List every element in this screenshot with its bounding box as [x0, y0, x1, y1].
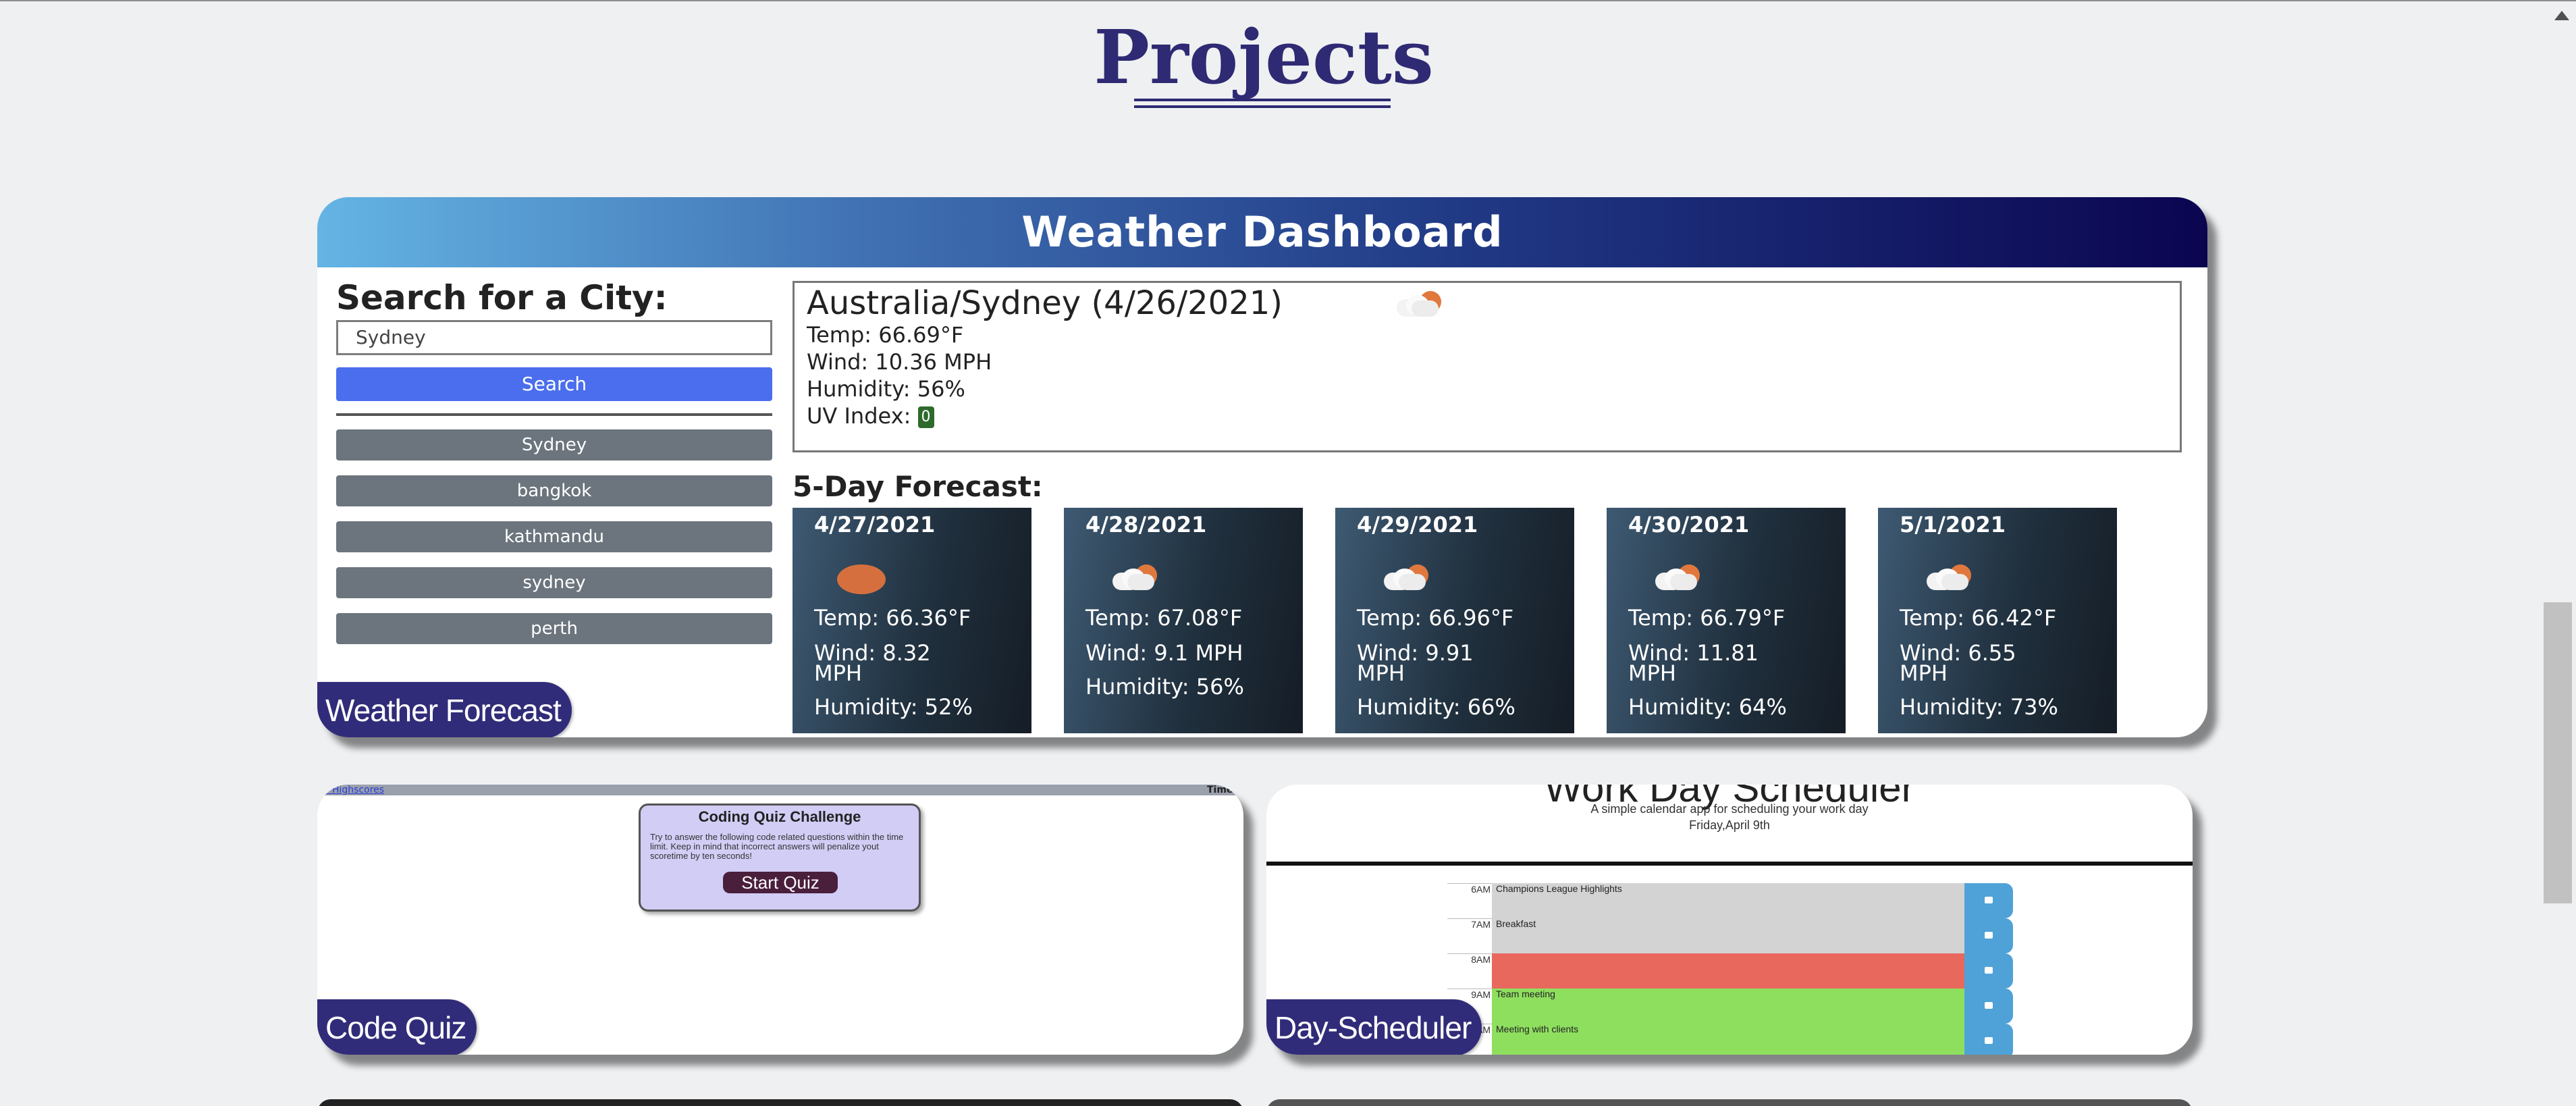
time-block-row: 9AM Team meeting — [1447, 989, 2013, 1024]
scroll-up-arrow-icon[interactable] — [2554, 11, 2569, 20]
forecast-wind: Wind: 8.32 MPH — [814, 640, 931, 686]
event-textarea[interactable]: Team meeting — [1492, 989, 1964, 1024]
forecast-humidity: Humidity: 64% — [1628, 694, 1787, 720]
forecast-humidity: Humidity: 56% — [1085, 674, 1244, 700]
forecast-card: 4/28/2021 Temp: 67.08°F Wind: 9.1 MPH Hu… — [1064, 508, 1303, 733]
forecast-card: 4/29/2021 Temp: 66.96°F Wind: 9.91 MPH H… — [1335, 508, 1574, 733]
current-city-date: Australia/Sydney (4/26/2021) — [807, 284, 1283, 322]
save-button[interactable] — [1964, 1024, 2013, 1055]
event-textarea[interactable]: Meeting with clients — [1492, 1024, 1964, 1055]
title-underline — [1134, 99, 1391, 108]
forecast-wind: Wind: 11.81 MPH — [1628, 640, 1759, 686]
forecast-humidity: Humidity: 66% — [1357, 694, 1515, 720]
next-project-card-peek[interactable] — [1266, 1099, 2193, 1106]
forecast-humidity: Humidity: 73% — [1900, 694, 2058, 720]
cloud-sun-icon — [1921, 564, 1975, 591]
forecast-humidity: Humidity: 52% — [814, 694, 973, 720]
event-textarea[interactable]: Champions League Highlights — [1492, 883, 1964, 918]
save-button[interactable] — [1964, 953, 2013, 989]
save-icon — [1985, 932, 1993, 939]
save-icon — [1985, 897, 1993, 903]
search-divider — [336, 413, 772, 416]
forecast-card: 5/1/2021 Temp: 66.42°F Wind: 6.55 MPH Hu… — [1878, 508, 2117, 733]
weather-forecast-tag[interactable]: Weather Forecast — [317, 682, 572, 737]
current-weather-title: Australia/Sydney (4/26/2021) — [807, 284, 1283, 322]
city-search-input[interactable]: Sydney — [336, 320, 772, 355]
forecast-temp: Temp: 67.08°F — [1085, 605, 1243, 631]
uv-index-badge: 0 — [917, 406, 934, 428]
next-project-card-peek[interactable] — [317, 1099, 1243, 1106]
forecast-date: 4/29/2021 — [1357, 512, 1478, 537]
forecast-card: 4/30/2021 Temp: 66.79°F Wind: 11.81 MPH … — [1607, 508, 1846, 733]
time-block-row: 6AM Champions League Highlights — [1447, 883, 2013, 918]
scheduler-date: Friday,April 9th — [1689, 818, 1770, 832]
day-scheduler-project-card[interactable]: Work Day Scheduler A simple calendar app… — [1266, 785, 2193, 1055]
scheduler-divider — [1266, 862, 2193, 866]
time-block-row: 8AM — [1447, 953, 2013, 989]
code-quiz-project-card[interactable]: w Highscores Time: Coding Quiz Challenge… — [317, 785, 1243, 1055]
window-top-border — [0, 0, 2576, 1]
save-icon — [1985, 967, 1993, 974]
day-scheduler-tag[interactable]: Day-Scheduler — [1266, 999, 1482, 1055]
quiz-timer-label: Time: — [1206, 785, 1237, 795]
history-button-sydney[interactable]: Sydney — [336, 429, 772, 460]
save-icon — [1985, 1002, 1993, 1009]
time-block-row: 7AM Breakfast — [1447, 918, 2013, 953]
quiz-intro-box: Coding Quiz Challenge Try to answer the … — [639, 804, 921, 912]
forecast-date: 4/28/2021 — [1085, 512, 1207, 537]
view-highscores-link[interactable]: w Highscores — [321, 785, 384, 795]
forecast-temp: Temp: 66.36°F — [814, 605, 971, 631]
forecast-wind: Wind: 9.1 MPH — [1085, 640, 1243, 666]
quiz-top-bar: w Highscores Time: — [317, 785, 1243, 795]
forecast-heading: 5-Day Forecast: — [793, 470, 1043, 503]
uv-index-label: UV Index: — [807, 403, 911, 429]
sun-behind-cloud-icon — [1391, 291, 1445, 318]
current-uv-row: UV Index: 0 — [807, 403, 934, 429]
forecast-wind: Wind: 9.91 MPH — [1357, 640, 1474, 686]
save-button[interactable] — [1964, 989, 2013, 1024]
cloud-sun-icon — [1378, 564, 1432, 591]
forecast-card: 4/27/2021 Temp: 66.36°F Wind: 8.32 MPH H… — [793, 508, 1031, 733]
scrollbar-thumb[interactable] — [2544, 602, 2572, 903]
save-icon — [1985, 1037, 1993, 1044]
history-button-perth[interactable]: perth — [336, 613, 772, 644]
time-block-row: 10AM Meeting with clients — [1447, 1024, 2013, 1055]
hour-label: 8AM — [1447, 953, 1492, 989]
scheduler-subtitle: A simple calendar app for scheduling you… — [1590, 802, 1869, 816]
forecast-temp: Temp: 66.79°F — [1628, 605, 1786, 631]
forecast-date: 4/30/2021 — [1628, 512, 1750, 537]
page-title: Projects — [1094, 14, 1434, 101]
history-button-kathmandu[interactable]: kathmandu — [336, 521, 772, 552]
history-button-bangkok[interactable]: bangkok — [336, 475, 772, 506]
current-wind: Wind: 10.36 MPH — [807, 349, 992, 375]
search-city-heading: Search for a City: — [336, 278, 668, 317]
event-textarea[interactable] — [1492, 953, 1964, 989]
sun-icon — [837, 564, 886, 594]
history-button-sydney-lower[interactable]: sydney — [336, 567, 772, 598]
hour-label: 6AM — [1447, 883, 1492, 918]
cloud-sun-icon — [1107, 564, 1161, 591]
current-temp: Temp: 66.69°F — [807, 322, 964, 348]
current-weather-panel: Australia/Sydney (4/26/2021) Temp: 66.69… — [793, 281, 2182, 452]
save-button[interactable] — [1964, 883, 2013, 918]
cloud-sun-icon — [1650, 564, 1704, 591]
forecast-date: 5/1/2021 — [1900, 512, 2006, 537]
weather-dashboard-header: Weather Dashboard — [317, 197, 2207, 267]
event-textarea[interactable]: Breakfast — [1492, 918, 1964, 953]
forecast-temp: Temp: 66.42°F — [1900, 605, 2057, 631]
start-quiz-button[interactable]: Start Quiz — [723, 872, 838, 893]
forecast-date: 4/27/2021 — [814, 512, 936, 537]
forecast-wind: Wind: 6.55 MPH — [1900, 640, 2016, 686]
save-button[interactable] — [1964, 918, 2013, 953]
forecast-temp: Temp: 66.96°F — [1357, 605, 1514, 631]
quiz-title: Coding Quiz Challenge — [698, 808, 861, 825]
search-button[interactable]: Search — [336, 367, 772, 401]
quiz-instructions: Try to answer the following code related… — [650, 832, 904, 861]
current-humidity: Humidity: 56% — [807, 376, 965, 402]
hour-label: 7AM — [1447, 918, 1492, 953]
weather-project-card[interactable]: Weather Dashboard Search for a City: Syd… — [317, 197, 2207, 737]
code-quiz-tag[interactable]: Code Quiz — [317, 999, 477, 1055]
